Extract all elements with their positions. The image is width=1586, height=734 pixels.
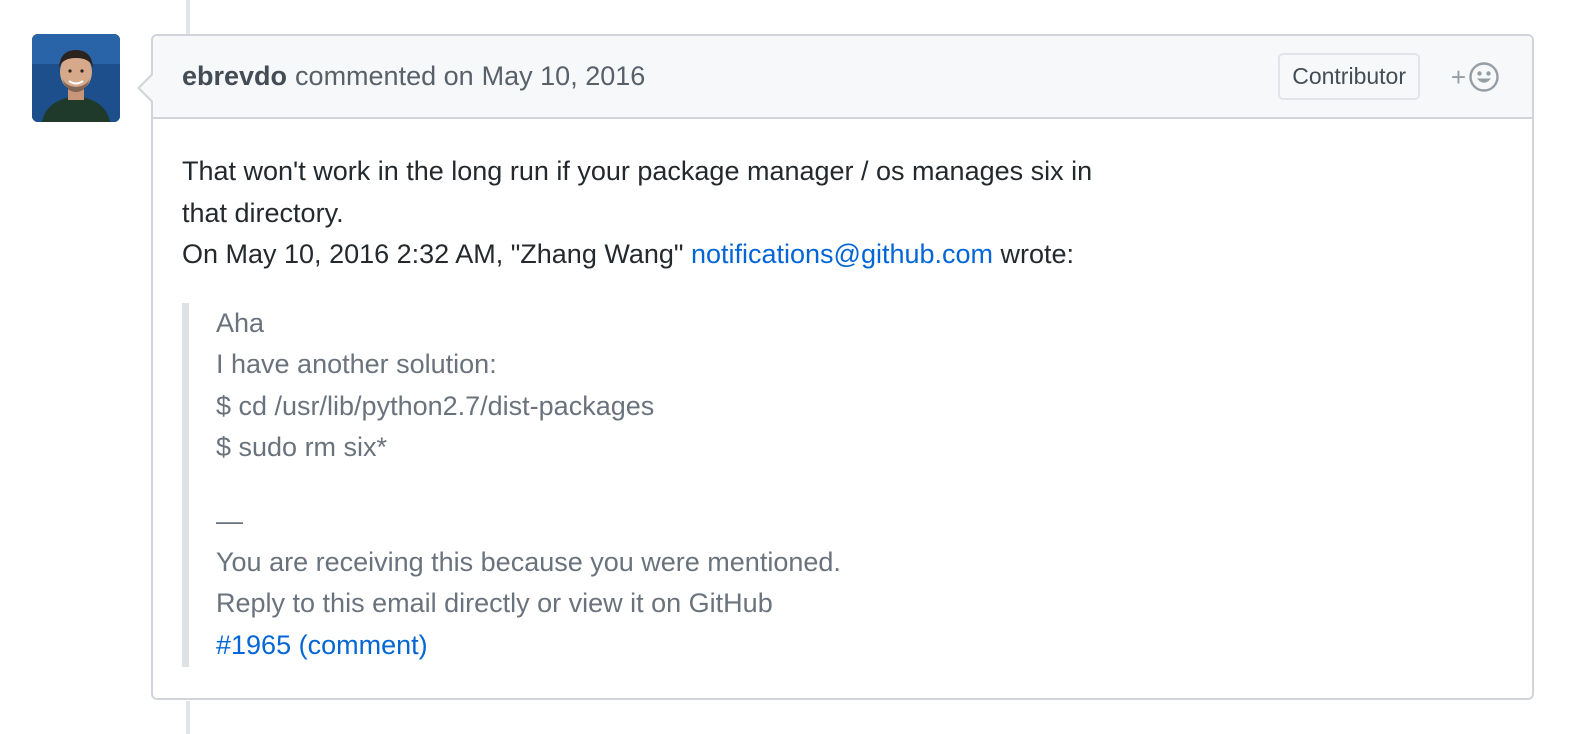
author-link[interactable]: ebrevdo bbox=[182, 61, 287, 92]
comment-action: commented on bbox=[295, 61, 474, 91]
email-quote: Aha I have another solution: $ cd /usr/l… bbox=[182, 302, 1503, 667]
reply-header-prefix: On May 10, 2016 2:32 AM, "Zhang Wang" bbox=[182, 239, 691, 269]
smiley-icon bbox=[1469, 62, 1499, 92]
reply-header-suffix: wrote: bbox=[993, 239, 1075, 269]
body-line: That won't work in the long run if your … bbox=[182, 156, 1093, 186]
quote-line: $ cd /usr/lib/python2.7/dist-packages bbox=[216, 390, 655, 421]
quote-line: I have another solution: bbox=[216, 349, 497, 379]
reply-header: On May 10, 2016 2:32 AM, "Zhang Wang" no… bbox=[182, 234, 1503, 276]
add-reaction-button[interactable]: + bbox=[1451, 60, 1500, 94]
comment-pointer bbox=[140, 74, 154, 102]
quote-line: Aha bbox=[216, 307, 265, 338]
comment-box: ebrevdo commented on May 10, 2016 Contri… bbox=[137, 34, 1534, 700]
comment-timestamp[interactable]: May 10, 2016 bbox=[482, 61, 646, 92]
quote-footer-line: You are receiving this because you were … bbox=[216, 546, 841, 577]
plus-icon: + bbox=[1450, 62, 1466, 92]
quote-separator: — bbox=[216, 505, 243, 536]
email-link[interactable]: notifications@github.com bbox=[691, 239, 993, 269]
body-line: that directory. bbox=[182, 197, 344, 228]
avatar[interactable] bbox=[32, 34, 120, 122]
issue-comment-link[interactable]: #1965 (comment) bbox=[216, 630, 428, 660]
timeline-line bbox=[186, 0, 190, 34]
comment-body: That won't work in the long run if your … bbox=[153, 119, 1532, 667]
timeline-line bbox=[186, 701, 190, 734]
quote-footer-line: Reply to this email directly or view it … bbox=[216, 588, 773, 618]
avatar-image bbox=[32, 34, 120, 122]
quote-spacer bbox=[216, 469, 1503, 500]
comment-header: ebrevdo commented on May 10, 2016 Contri… bbox=[153, 36, 1532, 119]
quote-line: $ sudo rm six* bbox=[216, 432, 388, 462]
contributor-badge: Contributor bbox=[1278, 53, 1420, 100]
timeline: ebrevdo commented on May 10, 2016 Contri… bbox=[0, 0, 1586, 734]
